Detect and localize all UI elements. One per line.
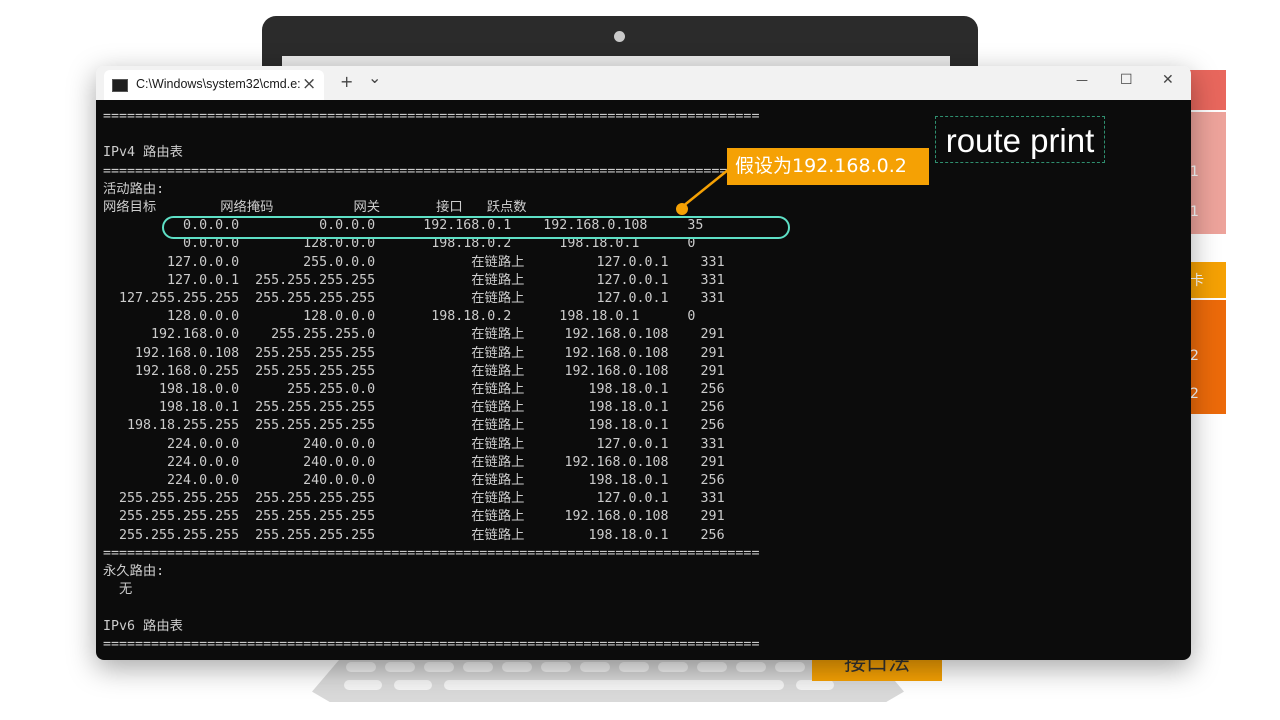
command-caption: route print <box>935 116 1105 163</box>
callout-leader-line <box>681 169 729 208</box>
callout-anchor-dot <box>676 203 688 215</box>
callout-label: 假设为192.168.0.2 <box>727 148 929 185</box>
